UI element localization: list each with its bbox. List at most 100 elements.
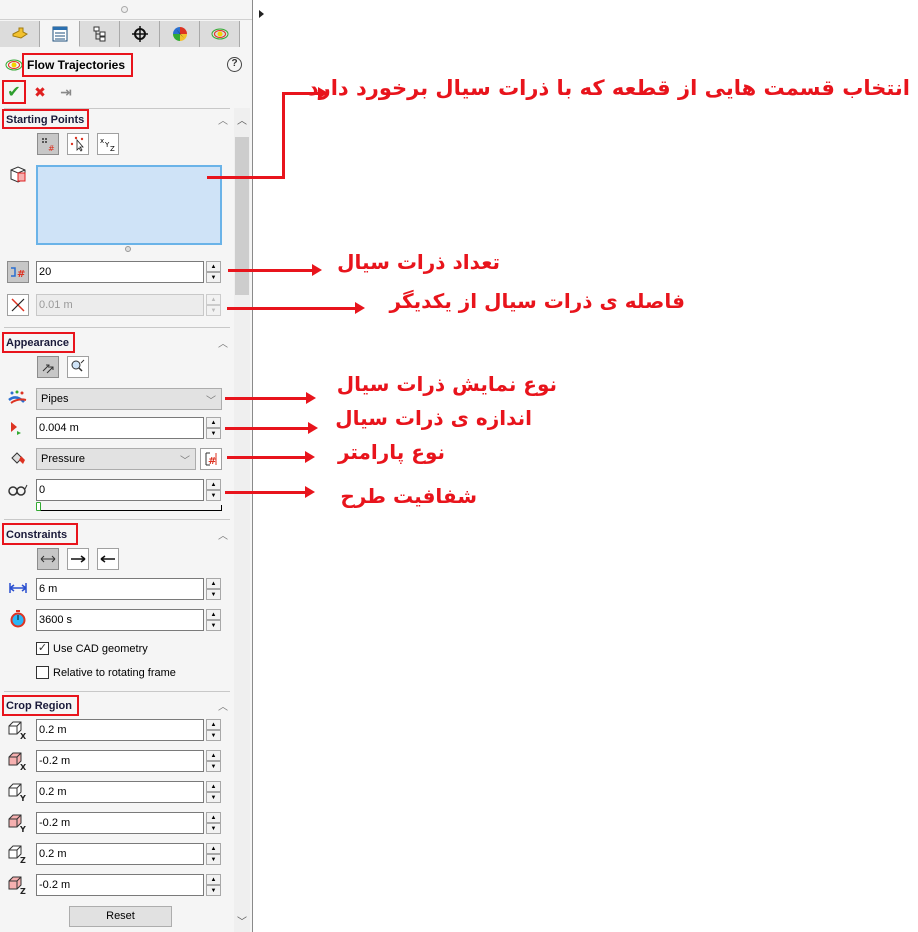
transparency-input[interactable]	[36, 479, 204, 501]
max-length-spinner[interactable]: ▲ ▼	[206, 578, 221, 600]
max-time-spinner[interactable]: ▲ ▼	[206, 609, 221, 631]
spin-down-icon[interactable]: ▼	[206, 885, 221, 896]
tab-feature-manager[interactable]	[0, 21, 40, 47]
use-cad-geometry-checkbox[interactable]: ✓ Use CAD geometry	[36, 642, 148, 655]
svg-text:#: #	[48, 144, 55, 152]
spin-up-icon[interactable]: ▲	[206, 479, 221, 490]
spin-up-icon[interactable]: ▲	[206, 417, 221, 428]
grip-dot-icon[interactable]	[121, 6, 128, 13]
spin-up-icon[interactable]: ▲	[206, 781, 221, 792]
panel-grip[interactable]	[0, 0, 252, 20]
collapse-constraints-icon[interactable]: ︿	[218, 527, 228, 542]
pin-button[interactable]: ⇥	[56, 82, 76, 102]
list-resize-handle[interactable]	[125, 246, 131, 252]
width-input[interactable]	[36, 417, 204, 439]
parameter-settings-button[interactable]: #	[200, 448, 222, 470]
spin-down-icon[interactable]: ▼	[206, 620, 221, 631]
width-spinner[interactable]: ▲ ▼	[206, 417, 221, 439]
spin-down-icon[interactable]: ▼	[206, 792, 221, 803]
crop-x-max-input[interactable]	[36, 719, 204, 741]
number-of-points-spinner[interactable]: ▲ ▼	[206, 261, 221, 283]
relative-rotating-frame-checkbox[interactable]: Relative to rotating frame	[36, 666, 176, 679]
tab-dimxpert-manager[interactable]	[120, 21, 160, 47]
chevron-down-icon: ﹀	[206, 396, 216, 407]
help-icon[interactable]: ?	[227, 57, 242, 72]
transparency-spinner[interactable]: ▲ ▼	[206, 479, 221, 501]
zoom-arrows-button[interactable]	[67, 356, 89, 378]
scroll-up-icon[interactable]: ︿	[237, 112, 247, 127]
collapse-crop-region-icon[interactable]: ︿	[218, 698, 228, 713]
expand-panel-arrow-icon[interactable]	[259, 10, 264, 18]
spin-down-icon[interactable]: ▼	[206, 589, 221, 600]
spin-up-icon[interactable]: ▲	[206, 294, 221, 305]
crop-y-min-spinner[interactable]: ▲ ▼	[206, 812, 221, 834]
spin-down-icon[interactable]: ▼	[206, 272, 221, 283]
max-length-input[interactable]	[36, 578, 204, 600]
spin-up-icon[interactable]: ▲	[206, 843, 221, 854]
spin-up-icon[interactable]: ▲	[206, 578, 221, 589]
backward-direction-button[interactable]	[97, 548, 119, 570]
transparency-slider-thumb[interactable]	[36, 502, 41, 511]
crop-z-min-spinner[interactable]: ▲ ▼	[206, 874, 221, 896]
tab-configuration-manager[interactable]	[80, 21, 120, 47]
max-length-icon	[7, 577, 29, 599]
collapse-appearance-icon[interactable]: ︿	[218, 335, 228, 350]
pick-points-button[interactable]	[67, 133, 89, 155]
scroll-down-icon[interactable]: ﹀	[237, 913, 247, 928]
spin-up-icon[interactable]: ▲	[206, 750, 221, 761]
crop-y-max-input[interactable]	[36, 781, 204, 803]
spacing-spinner[interactable]: ▲ ▼	[206, 294, 221, 316]
crop-x-min-input[interactable]	[36, 750, 204, 772]
annotation-line	[227, 307, 357, 310]
xyz-coordinates-button[interactable]: xYZ	[97, 133, 119, 155]
spin-up-icon[interactable]: ▲	[206, 874, 221, 885]
number-of-points-input[interactable]	[36, 261, 204, 283]
crop-y-min-input[interactable]	[36, 812, 204, 834]
vertical-scrollbar[interactable]: ︿ ﹀	[234, 108, 250, 932]
spin-up-icon[interactable]: ▲	[206, 812, 221, 823]
crop-x-max-spinner[interactable]: ▲ ▼	[206, 719, 221, 741]
tab-flow-simulation[interactable]	[200, 21, 240, 47]
spacing-input[interactable]	[36, 294, 204, 316]
magnifier-arrows-icon	[71, 359, 85, 372]
color-by-value: Pressure	[41, 453, 86, 465]
crop-z-min-input[interactable]	[36, 874, 204, 896]
svg-text:#: #	[208, 456, 216, 467]
spin-down-icon[interactable]: ▼	[206, 730, 221, 741]
max-time-input[interactable]	[36, 609, 204, 631]
checkbox-checked-icon[interactable]: ✓	[36, 642, 49, 655]
pattern-points-button[interactable]: #	[37, 133, 59, 155]
spin-down-icon[interactable]: ▼	[206, 490, 221, 501]
spacing-icon-button[interactable]	[7, 294, 29, 316]
draw-as-dropdown[interactable]: Pipes ﹀	[36, 388, 222, 410]
backward-arrow-icon	[100, 555, 115, 563]
crop-x-min-spinner[interactable]: ▲ ▼	[206, 750, 221, 772]
forward-direction-button[interactable]	[67, 548, 89, 570]
arrows-display-button[interactable]	[37, 356, 59, 378]
crop-y-max-spinner[interactable]: ▲ ▼	[206, 781, 221, 803]
checkbox-unchecked-icon[interactable]	[36, 666, 49, 679]
spin-down-icon[interactable]: ▼	[206, 428, 221, 439]
tab-property-manager[interactable]	[40, 21, 80, 47]
number-of-points-icon-button[interactable]: #	[7, 261, 29, 283]
crop-z-max-spinner[interactable]: ▲ ▼	[206, 843, 221, 865]
property-manager-panel: Flow Trajectories ? ✔ ✖ ⇥ Starting Point…	[0, 0, 253, 932]
transparency-slider-track[interactable]	[38, 505, 222, 511]
reset-button[interactable]: Reset	[69, 906, 172, 927]
spin-up-icon[interactable]: ▲	[206, 719, 221, 730]
spin-down-icon[interactable]: ▼	[206, 823, 221, 834]
cancel-button[interactable]: ✖	[30, 82, 50, 102]
both-directions-button[interactable]	[37, 548, 59, 570]
spin-up-icon[interactable]: ▲	[206, 609, 221, 620]
crop-z-max-input[interactable]	[36, 843, 204, 865]
tab-display-manager[interactable]	[160, 21, 200, 47]
part-selection-icon	[7, 163, 29, 185]
collapse-starting-points-icon[interactable]: ︿	[218, 112, 228, 127]
spin-down-icon[interactable]: ▼	[206, 761, 221, 772]
color-by-dropdown[interactable]: Pressure ﹀	[36, 448, 196, 470]
annotation-line	[282, 92, 285, 179]
spin-down-icon[interactable]: ▼	[206, 305, 221, 316]
spin-down-icon[interactable]: ▼	[206, 854, 221, 865]
selection-list-box[interactable]	[36, 165, 222, 245]
spin-up-icon[interactable]: ▲	[206, 261, 221, 272]
